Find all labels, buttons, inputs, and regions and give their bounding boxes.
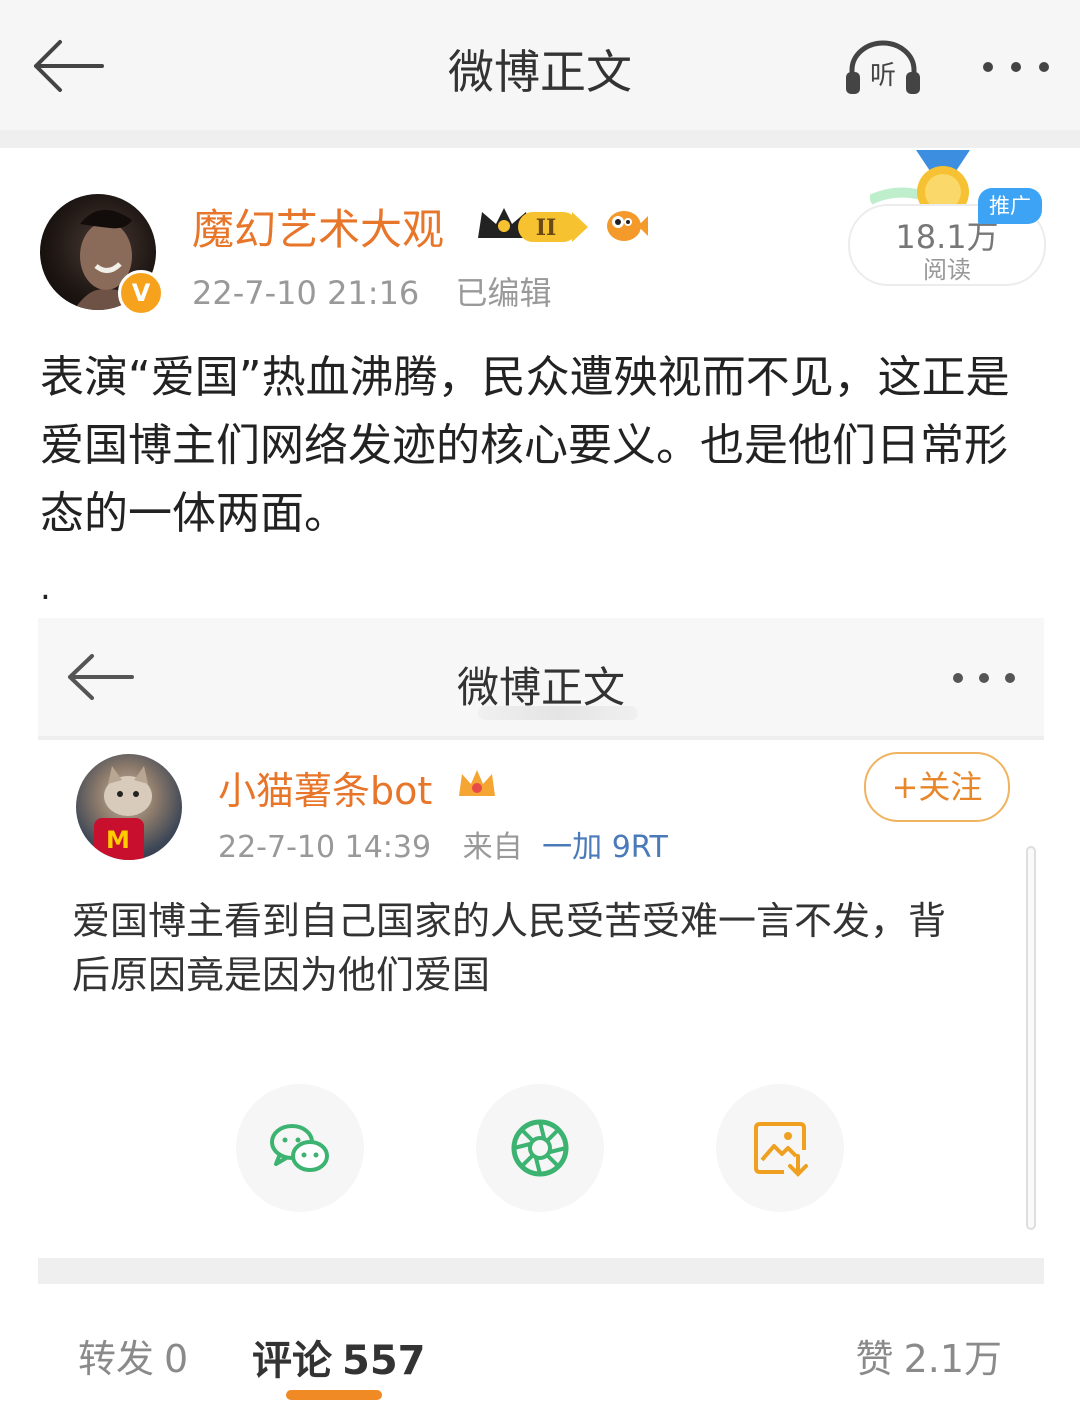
save-image-icon (754, 1122, 808, 1177)
like-count: 2.1万 (903, 1337, 1002, 1381)
share-moments-button (476, 1084, 604, 1212)
screenshot-meta: 22-7-10 14:39 来自 一加 9RT (218, 822, 668, 866)
listen-headphones-icon[interactable]: 听 (842, 38, 924, 98)
tab-like[interactable]: 赞 2.1万 (856, 1328, 1002, 1383)
tab-repost[interactable]: 转发 0 (78, 1328, 188, 1383)
screenshot-author-name: 小猫薯条bot (218, 769, 433, 813)
screenshot-more-icon (953, 673, 1015, 683)
post-tabs: 转发 0 评论 557 赞 2.1万 (0, 1320, 1080, 1420)
screenshot-crown-icon (459, 770, 495, 796)
active-tab-indicator (286, 1390, 382, 1400)
moments-icon (511, 1119, 569, 1177)
svg-text:听: 听 (870, 61, 896, 91)
screenshot-time: 22-7-10 14:39 (218, 830, 432, 865)
post-time: 22-7-10 21:16 (192, 274, 420, 312)
top-bar: 微博正文 听 (0, 0, 1080, 130)
fan-badge-icon (607, 211, 648, 241)
screenshot-author-avatar: M (76, 754, 182, 860)
verified-badge: V (118, 270, 164, 316)
tab-like-label: 赞 (855, 1337, 894, 1381)
wechat-icon (270, 1124, 329, 1172)
fries-cup: M (94, 818, 144, 860)
read-label: 阅读 (923, 256, 971, 284)
edited-label[interactable]: 已编辑 (455, 274, 551, 312)
blurred-watermark (478, 706, 638, 720)
divider (0, 130, 1080, 148)
member-crown-icon[interactable]: II (474, 202, 592, 246)
embedded-screenshot[interactable]: 微博正文 M 小猫薯条bot 22-7-10 14:39 来自 一加 9RT +… (38, 618, 1044, 1418)
from-label: 来自 (462, 830, 523, 865)
screenshot-post-text: 爱国博主看到自己国家的人民受苦受难一言不发，背后原因竟是因为他们爱国 (72, 899, 947, 997)
screenshot-divider (38, 736, 1044, 740)
device-name: 一加 9RT (542, 830, 668, 865)
tab-comment[interactable]: 评论 557 (252, 1328, 426, 1386)
repost-count: 0 (164, 1337, 189, 1381)
author-name[interactable]: 魔幻艺术大观 (192, 196, 444, 257)
svg-text:II: II (536, 215, 557, 241)
tab-comment-label: 评论 (252, 1338, 332, 1384)
follow-button: +关注 (864, 752, 1010, 822)
post-meta: 22-7-10 21:16 已编辑 (192, 268, 551, 314)
tab-repost-label: 转发 (78, 1337, 155, 1381)
promoted-tag: 推广 (978, 188, 1042, 224)
cup-logo: M (106, 826, 130, 854)
post-text: 表演“爱国”热血沸腾，民众遭殃视而不见，这正是爱国博主们网络发迹的核心要义。也是… (40, 352, 1010, 539)
post-trailing-dot: . (40, 568, 51, 608)
more-options-icon[interactable] (976, 52, 1056, 82)
share-wechat-button (236, 1084, 364, 1212)
save-image-button (716, 1084, 844, 1212)
screenshot-bottom-divider (38, 1258, 1044, 1284)
scrollbar[interactable] (1026, 846, 1036, 1230)
comment-count: 557 (342, 1338, 426, 1384)
screenshot-top-bar: 微博正文 (38, 618, 1044, 736)
